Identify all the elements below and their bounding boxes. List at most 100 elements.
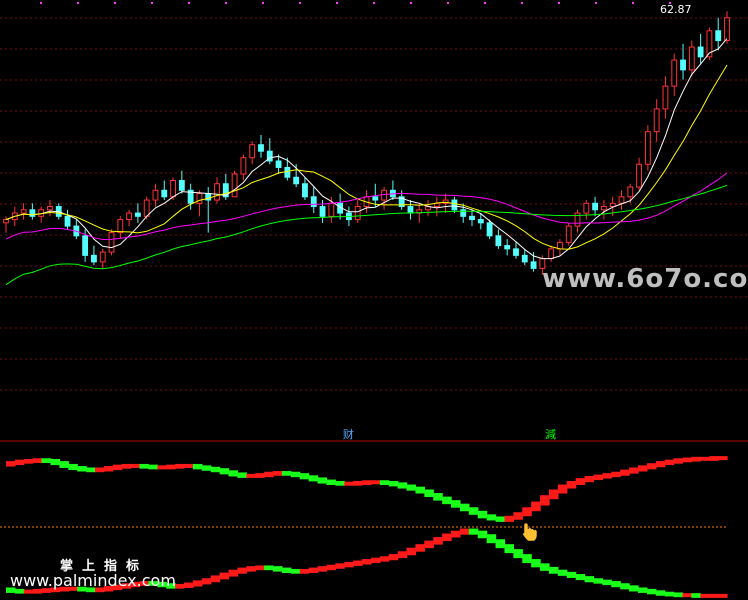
indicator-block xyxy=(442,533,452,542)
indicator-block xyxy=(424,489,434,498)
top-marker xyxy=(114,2,116,4)
indicator-block xyxy=(353,480,363,486)
indicator-block xyxy=(540,563,550,571)
indicator-block xyxy=(184,582,194,588)
candle-body xyxy=(275,160,282,168)
top-marker xyxy=(521,2,523,4)
indicator-block xyxy=(602,579,612,586)
indicator-block xyxy=(290,471,301,478)
candle-body xyxy=(20,209,27,214)
indicator-block xyxy=(433,493,443,501)
top-marker xyxy=(484,2,486,4)
indicator-block xyxy=(335,563,345,569)
indicator-block xyxy=(139,463,150,469)
indicator-block xyxy=(299,473,310,480)
indicator-block xyxy=(709,456,719,461)
watermark: www.6o7o.com xyxy=(542,264,748,294)
candle-body xyxy=(697,46,704,58)
indicator-block xyxy=(219,468,230,475)
candle-body xyxy=(117,219,124,234)
candle-body xyxy=(715,30,722,42)
indicator-block xyxy=(281,471,292,476)
candle-body xyxy=(644,131,651,165)
indicator-block xyxy=(175,463,185,469)
candle-body xyxy=(302,183,308,198)
indicator-block xyxy=(664,591,675,597)
indicator-block xyxy=(477,530,488,539)
candle-body xyxy=(47,206,53,211)
indicator-block xyxy=(59,461,69,468)
candle-body xyxy=(530,261,537,269)
indicator-block xyxy=(477,510,488,519)
indicator-block xyxy=(121,463,132,469)
indicator-block xyxy=(308,567,319,574)
candle-body xyxy=(91,254,97,263)
marker-jian: 減 xyxy=(545,428,557,441)
indicator-block xyxy=(513,512,523,520)
indicator-block xyxy=(23,589,34,594)
indicator-block xyxy=(281,567,292,574)
indicator-block xyxy=(718,593,728,598)
indicator-block xyxy=(362,559,372,565)
indicator-block xyxy=(646,463,657,470)
top-marker xyxy=(151,2,153,4)
indicator-block xyxy=(237,472,247,478)
indicator-block xyxy=(379,556,390,562)
indicator-block xyxy=(584,476,595,483)
indicator-block xyxy=(264,565,274,571)
indicator-block xyxy=(184,463,194,468)
candle-body xyxy=(328,202,335,217)
indicator-block xyxy=(637,465,648,472)
top-marker xyxy=(262,2,264,4)
indicator-block xyxy=(299,569,310,574)
indicator-block xyxy=(308,475,319,482)
candle-body xyxy=(513,248,519,256)
indicator-block xyxy=(451,500,461,508)
candle-body xyxy=(82,235,89,256)
top-marker xyxy=(447,2,449,4)
indicator-block xyxy=(620,469,630,476)
indicator-block xyxy=(388,554,399,561)
candle-body xyxy=(134,212,141,217)
indicator-block xyxy=(201,578,212,585)
indicator-block xyxy=(718,456,728,461)
site-url: www.palmindex.com xyxy=(10,571,176,590)
candle-body xyxy=(618,196,625,204)
indicator-block xyxy=(468,528,479,535)
indicator-block xyxy=(255,473,265,478)
indicator-block xyxy=(655,590,666,596)
candle-body xyxy=(319,206,326,217)
candle-body xyxy=(143,199,150,217)
indicator-block xyxy=(433,537,443,545)
indicator-block xyxy=(379,480,390,485)
candle-body xyxy=(161,189,168,198)
candle-body xyxy=(495,235,502,247)
candle-body xyxy=(469,215,475,221)
indicator-block xyxy=(593,474,603,481)
indicator-block xyxy=(68,463,78,471)
indicator-block xyxy=(522,507,532,517)
indicator-block xyxy=(77,466,87,472)
indicator-block xyxy=(112,464,123,471)
top-marker xyxy=(40,2,42,4)
candle-body xyxy=(372,196,379,201)
indicator-block xyxy=(566,571,577,578)
indicator-block xyxy=(655,461,666,468)
indicator-block xyxy=(95,467,105,473)
indicator-block xyxy=(273,566,283,572)
top-marker xyxy=(188,2,190,4)
indicator-block xyxy=(344,481,354,486)
candle-body xyxy=(592,202,599,211)
indicator-block xyxy=(406,484,417,491)
candle-body xyxy=(688,46,695,71)
candle-body xyxy=(284,166,291,178)
indicator-block xyxy=(673,592,684,598)
top-marker xyxy=(632,2,634,4)
indicator-block xyxy=(611,471,621,478)
indicator-block xyxy=(557,569,568,576)
indicator-block xyxy=(6,461,16,467)
indicator-block xyxy=(442,496,452,505)
indicator-block xyxy=(290,569,301,574)
candle-body xyxy=(249,144,256,159)
indicator-block xyxy=(548,566,559,574)
